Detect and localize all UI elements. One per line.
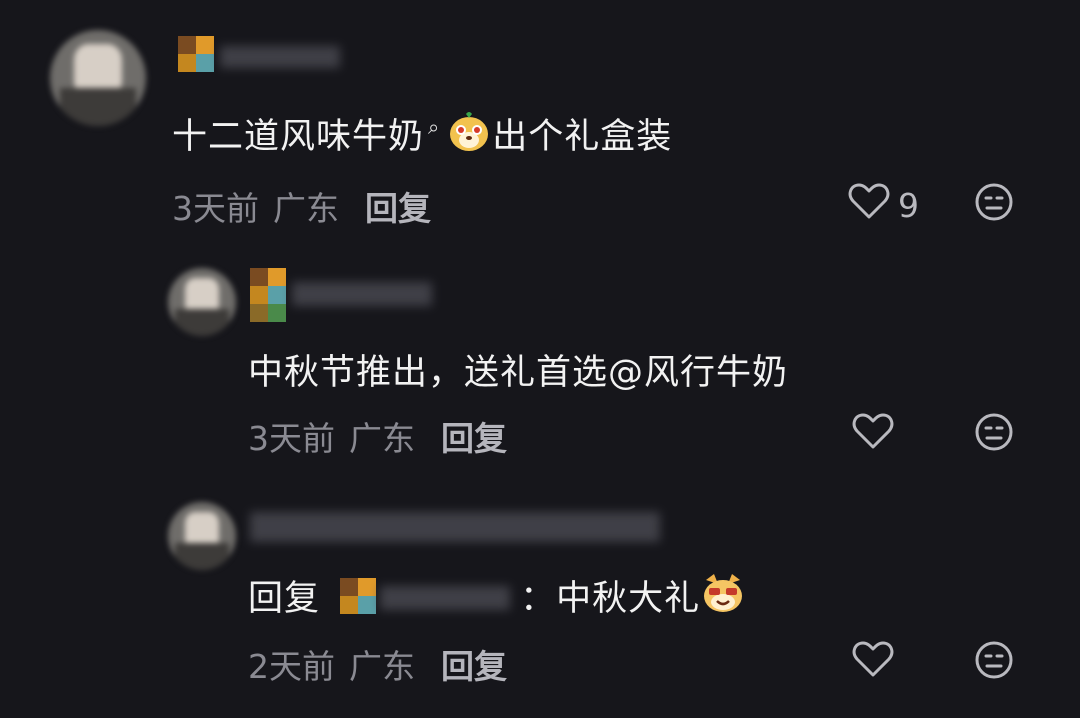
like-button[interactable] <box>852 412 894 458</box>
emoji-face-icon[interactable] <box>974 640 1014 684</box>
reply-button[interactable]: 回复 <box>441 647 507 686</box>
cat-emoji-icon <box>700 570 746 625</box>
username-blurred[interactable] <box>250 506 670 546</box>
mention-user-blurred[interactable] <box>340 578 520 618</box>
search-icon[interactable]: ⌕ <box>428 115 440 139</box>
comment-item: 十二道风味牛奶 ⌕ 出个礼盒装 3天前 广东 回复 9 <box>0 0 1080 230</box>
username-blurred[interactable] <box>250 268 440 322</box>
comment-text: 十二道风味牛奶 ⌕ 出个礼盒装 <box>172 108 672 163</box>
emoji-face-icon[interactable] <box>974 182 1014 226</box>
avatar[interactable] <box>168 268 236 336</box>
comment-meta: 2天前 广东 回复 <box>248 640 507 688</box>
reply-button[interactable]: 回复 <box>441 419 507 458</box>
reply-comment-item: 回复 ：中秋大礼 2天前 广东 回复 <box>0 470 1080 718</box>
comment-time: 3天前 <box>248 419 335 458</box>
comment-text: 回复 ：中秋大礼 <box>248 570 746 625</box>
comment-text: 中秋节推出，送礼首选@风行牛奶 <box>248 353 789 393</box>
heart-icon <box>848 182 890 228</box>
heart-icon <box>852 412 894 458</box>
avatar[interactable] <box>50 30 146 126</box>
like-button[interactable]: 9 <box>848 182 919 228</box>
comment-text-after: 出个礼盒装 <box>492 117 673 157</box>
heart-icon <box>852 640 894 686</box>
comment-time: 2天前 <box>248 647 335 686</box>
reply-button[interactable]: 回复 <box>365 189 431 228</box>
comment-meta: 3天前 广东 回复 <box>248 412 507 460</box>
like-count: 9 <box>898 185 919 225</box>
comment-region: 广东 <box>349 419 415 458</box>
comment-region: 广东 <box>273 189 339 228</box>
emoji-face-icon[interactable] <box>974 412 1014 456</box>
comment-text-before: 十二道风味牛奶 <box>172 117 425 157</box>
reply-comment-item: 中秋节推出，送礼首选@风行牛奶 3天前 广东 回复 <box>0 230 1080 470</box>
comment-time: 3天前 <box>172 189 259 228</box>
like-button[interactable] <box>852 640 894 686</box>
avatar[interactable] <box>168 502 236 570</box>
comment-region: 广东 <box>349 647 415 686</box>
reply-prefix: 回复 <box>248 579 321 619</box>
dog-emoji-icon <box>446 108 492 163</box>
reply-text: ：中秋大礼 <box>520 579 701 619</box>
comment-meta: 3天前 广东 回复 <box>172 182 431 230</box>
username-blurred[interactable] <box>178 36 348 76</box>
